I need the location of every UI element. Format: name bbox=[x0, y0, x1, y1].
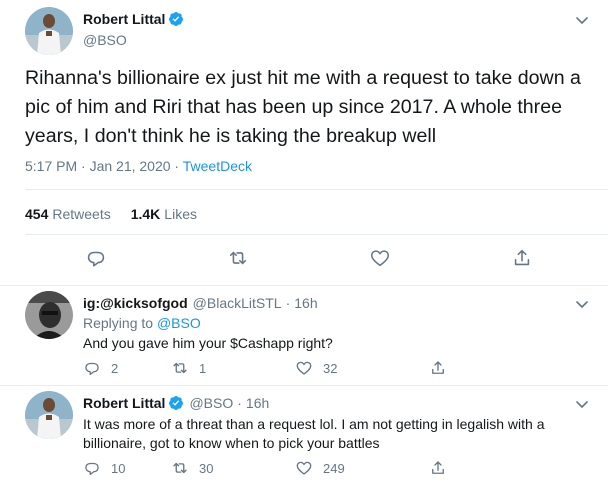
author-name[interactable]: Robert Littal bbox=[83, 11, 165, 27]
main-tweet: Robert Littal @BSO Rihanna's billionaire… bbox=[0, 0, 608, 285]
verified-badge-icon bbox=[168, 11, 184, 27]
reply-icon bbox=[83, 359, 111, 377]
reply-count: 2 bbox=[111, 360, 119, 376]
share-button[interactable] bbox=[429, 359, 457, 377]
reply-button[interactable]: 2 bbox=[83, 359, 171, 377]
retweet-button[interactable]: 30 bbox=[171, 459, 295, 477]
share-button[interactable] bbox=[429, 459, 457, 477]
share-icon bbox=[429, 359, 457, 377]
likes-count: 1.4K bbox=[130, 206, 161, 222]
like-count: 249 bbox=[323, 460, 345, 476]
share-icon bbox=[429, 459, 457, 477]
reply-separator: · bbox=[237, 395, 242, 411]
meta-separator: · bbox=[170, 158, 183, 174]
reply-avatar[interactable] bbox=[25, 391, 73, 439]
retweet-count: 1 bbox=[199, 360, 207, 376]
reply-icon bbox=[83, 459, 111, 477]
reply-actions: 10 30 249 bbox=[83, 459, 457, 477]
retweet-icon bbox=[171, 459, 199, 477]
divider bbox=[25, 234, 608, 235]
reply-text: And you gave him your $Cashapp right? bbox=[83, 335, 333, 351]
heart-icon bbox=[295, 359, 323, 377]
tweet-stats: 454 Retweets 1.4K Likes bbox=[25, 206, 217, 222]
retweets-stat[interactable]: 454 Retweets bbox=[25, 206, 111, 222]
reply-actions: 2 1 32 bbox=[83, 359, 457, 377]
retweet-icon[interactable] bbox=[227, 247, 249, 269]
like-button[interactable]: 32 bbox=[295, 359, 429, 377]
reply-author-name[interactable]: ig:@kicksofgod bbox=[83, 295, 188, 311]
retweets-label: Retweets bbox=[52, 206, 111, 222]
reply-tweet[interactable]: ig:@kicksofgod @BlackLitSTL · 16h Replyi… bbox=[0, 286, 608, 385]
reply-button[interactable]: 10 bbox=[83, 459, 171, 477]
like-count: 32 bbox=[323, 360, 338, 376]
tweet-meta: 5:17 PM · Jan 21, 2020 · TweetDeck bbox=[25, 158, 252, 174]
reply-time[interactable]: 16h bbox=[294, 295, 317, 311]
heart-icon[interactable] bbox=[369, 247, 391, 269]
heart-icon bbox=[295, 459, 323, 477]
reply-time[interactable]: 16h bbox=[246, 395, 269, 411]
reply-author-name[interactable]: Robert Littal bbox=[83, 395, 165, 411]
retweet-count: 30 bbox=[199, 460, 214, 476]
reply-count: 10 bbox=[111, 460, 126, 476]
reply-author-handle[interactable]: @BlackLitSTL bbox=[193, 295, 282, 311]
share-icon[interactable] bbox=[511, 247, 533, 269]
tweet-source-link[interactable]: TweetDeck bbox=[183, 158, 252, 174]
verified-badge-icon bbox=[168, 395, 184, 411]
replying-to-handle[interactable]: @BSO bbox=[157, 315, 201, 331]
retweets-count: 454 bbox=[25, 206, 49, 222]
chevron-down-icon[interactable] bbox=[574, 296, 590, 312]
like-button[interactable]: 249 bbox=[295, 459, 429, 477]
reply-header: ig:@kicksofgod @BlackLitSTL · 16h bbox=[83, 295, 318, 311]
tweet-text: Rihanna's billionaire ex just hit me wit… bbox=[25, 67, 581, 147]
retweet-icon bbox=[171, 359, 199, 377]
likes-stat[interactable]: 1.4K Likes bbox=[131, 206, 197, 222]
retweet-button[interactable]: 1 bbox=[171, 359, 295, 377]
author-handle[interactable]: @BSO bbox=[83, 32, 127, 48]
reply-header: Robert Littal @BSO · 16h bbox=[83, 395, 269, 411]
replying-to-prefix: Replying to bbox=[83, 315, 157, 331]
author-name-row[interactable]: Robert Littal bbox=[83, 11, 184, 27]
reply-text: It was more of a threat than a request l… bbox=[83, 416, 545, 451]
replying-to: Replying to @BSO bbox=[83, 315, 201, 331]
reply-separator: · bbox=[285, 295, 291, 311]
chevron-down-icon[interactable] bbox=[574, 12, 590, 28]
divider bbox=[25, 189, 608, 190]
reply-icon[interactable] bbox=[85, 247, 107, 269]
tweet-timestamp[interactable]: 5:17 PM · Jan 21, 2020 bbox=[25, 158, 171, 174]
likes-label: Likes bbox=[164, 206, 197, 222]
reply-tweet[interactable]: Robert Littal @BSO · 16h It was more of … bbox=[0, 386, 608, 490]
main-tweet-actions bbox=[0, 247, 608, 271]
reply-avatar[interactable] bbox=[25, 291, 73, 339]
chevron-down-icon[interactable] bbox=[574, 396, 590, 412]
reply-author-handle[interactable]: @BSO bbox=[189, 395, 233, 411]
author-avatar[interactable] bbox=[25, 7, 73, 55]
